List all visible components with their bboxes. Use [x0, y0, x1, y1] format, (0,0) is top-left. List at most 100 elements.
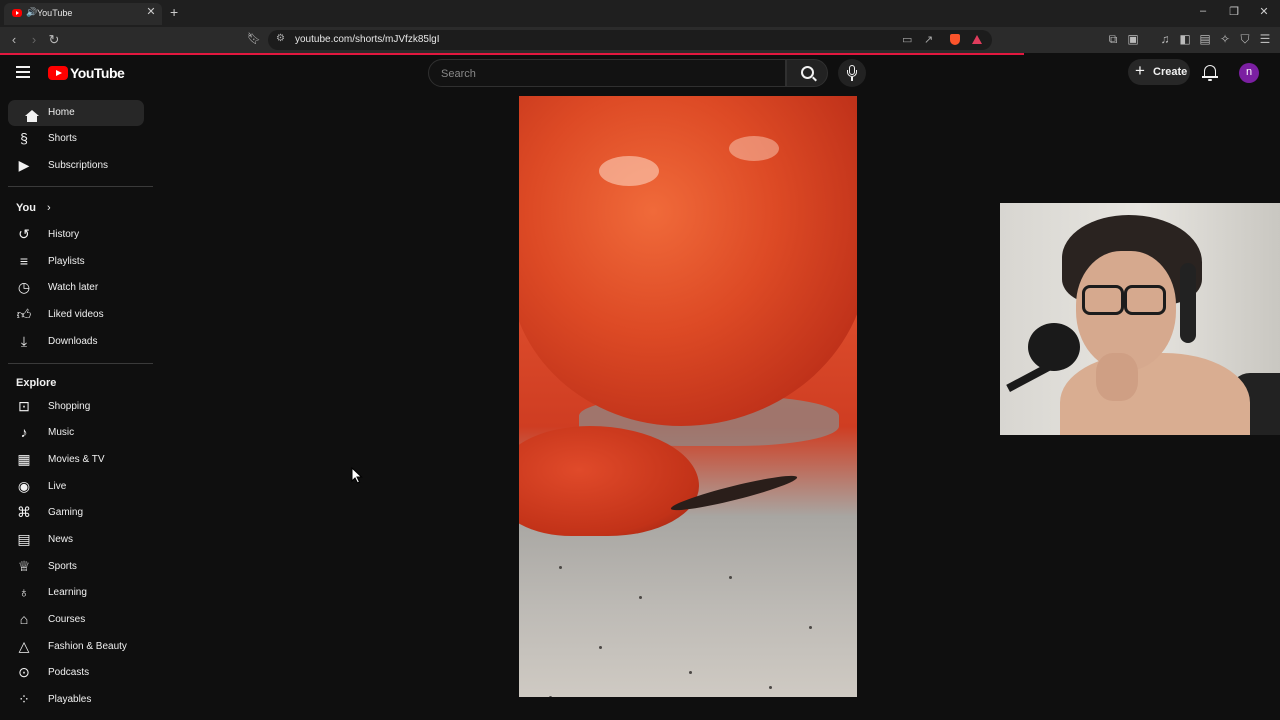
sidebar-item-live[interactable]: ◉ Live	[8, 474, 144, 500]
sidebar-item-label: Learning	[48, 587, 87, 598]
sidebar-item-learning[interactable]: ♁ Learning	[8, 580, 144, 606]
cast-icon[interactable]: ▭	[902, 33, 912, 46]
browser-tab-bar: 🔊 YouTube ✕ + – ❐ ✕	[0, 0, 1280, 27]
sidebar-item-liked-videos[interactable]: 👍︎ Liked videos	[8, 302, 144, 328]
guide-menu-icon[interactable]	[16, 66, 30, 81]
graduation-cap-icon: ⌂	[19, 611, 29, 627]
playables-icon: ⁘	[18, 691, 30, 707]
shell-highlight	[729, 136, 779, 161]
speaker-icon[interactable]: 🔊	[26, 7, 37, 18]
clapperboard-icon: ▦	[17, 451, 31, 467]
sidebar-item-history[interactable]: ↺ History	[8, 222, 144, 248]
back-icon[interactable]: ‹	[6, 32, 22, 47]
sidebar-item-label: Liked videos	[48, 309, 104, 320]
sidebar-item-label: Subscriptions	[48, 160, 109, 171]
sidebar-item-label: Gaming	[48, 507, 84, 518]
close-window-icon[interactable]: ✕	[1255, 5, 1273, 18]
notifications-bell-icon[interactable]	[1202, 64, 1218, 82]
tab-manager-icon[interactable]: ▣	[1126, 32, 1140, 46]
divider	[8, 186, 153, 187]
sidebar-item-label: Shopping	[48, 401, 91, 412]
live-broadcast-icon: ◉	[17, 478, 31, 494]
sidebar-item-movies-tv[interactable]: ▦ Movies & TV	[8, 447, 144, 473]
sidebar-item-sports[interactable]: ♕ Sports	[8, 554, 144, 580]
sidebar-item-home[interactable]: Home	[8, 100, 144, 126]
shorts-video-player[interactable]	[519, 96, 857, 697]
sidebar-item-subscriptions[interactable]: ▶︎ Subscriptions	[8, 153, 144, 179]
sidebar-item-watch-later[interactable]: ◷ Watch later	[8, 275, 144, 301]
create-button[interactable]: + Create	[1128, 59, 1190, 85]
tab-title: YouTube	[37, 8, 73, 18]
history-icon: ↺	[18, 226, 30, 242]
sidebar-item-label: Playlists	[48, 256, 85, 267]
podcast-icon: ⊙	[18, 664, 30, 680]
restore-icon[interactable]: ❐	[1225, 5, 1243, 18]
you-section-heading[interactable]: You ›	[16, 202, 51, 214]
sidebar-item-label: Playables	[48, 694, 92, 705]
sidebar-item-courses[interactable]: ⌂ Courses	[8, 607, 144, 633]
sidebar-item-label: Music	[48, 427, 75, 438]
floor-speck	[549, 696, 552, 697]
reload-icon[interactable]: ↻	[46, 32, 62, 48]
minimize-icon[interactable]: –	[1194, 5, 1212, 17]
sidebar-item-label: News	[48, 534, 74, 545]
sidebar-item-playlists[interactable]: ≡ Playlists	[8, 249, 144, 275]
explore-section-heading: Explore	[16, 377, 57, 389]
sidebar-item-downloads[interactable]: ⤓ Downloads	[8, 329, 144, 355]
trophy-icon: ♕	[17, 558, 31, 574]
site-settings-icon[interactable]: ⚙	[276, 33, 285, 44]
headset-shape	[1180, 263, 1196, 343]
sidebar-item-news[interactable]: ▤ News	[8, 527, 144, 553]
sidebar-item-music[interactable]: ♪ Music	[8, 420, 144, 446]
sidebar-item-label: Watch later	[48, 282, 99, 293]
sidebar-item-label: Live	[48, 481, 67, 492]
sidebar-toggle-icon[interactable]: ◧	[1178, 32, 1192, 46]
youtube-wordmark[interactable]: YouTube	[70, 65, 125, 81]
floor-speck	[639, 596, 642, 599]
address-bar[interactable]: ⚙ youtube.com/shorts/mJVfzk85lgI ▭ ↗	[268, 30, 992, 50]
sidebar-item-label: History	[48, 229, 80, 240]
youtube-logo-icon[interactable]	[48, 66, 68, 80]
sidebar-item-shopping[interactable]: ⊡ Shopping	[8, 394, 144, 420]
new-tab-icon[interactable]: +	[170, 4, 178, 20]
vpn-icon[interactable]: ⛉	[1238, 32, 1252, 47]
newspaper-icon: ▤	[17, 531, 31, 547]
url-text: youtube.com/shorts/mJVfzk85lgI	[295, 34, 440, 45]
guide-sidebar: Home § Shorts ▶︎ Subscriptions You › ↺ H…	[0, 98, 156, 720]
sidebar-item-podcasts[interactable]: ⊙ Podcasts	[8, 660, 144, 686]
watch-later-icon: ◷	[17, 279, 31, 295]
download-icon: ⤓	[20, 333, 28, 349]
browser-toolbar: ‹ › ↻ 🔖︎ ⚙ youtube.com/shorts/mJVfzk85lg…	[0, 27, 1280, 53]
leo-ai-icon[interactable]: ✧	[1218, 32, 1232, 46]
thumbs-up-icon: 👍︎	[16, 306, 32, 322]
brave-rewards-icon[interactable]	[972, 35, 982, 44]
extensions-icon[interactable]: ⧉	[1106, 32, 1120, 47]
share-icon[interactable]: ↗	[924, 33, 933, 46]
close-tab-icon[interactable]: ✕	[144, 5, 158, 18]
sidebar-item-fashion-beauty[interactable]: △ Fashion & Beauty	[8, 634, 144, 660]
sidebar-item-label: Home	[48, 107, 75, 118]
home-icon	[16, 104, 39, 122]
wallet-icon[interactable]: ▤	[1198, 32, 1212, 46]
search-box[interactable]	[428, 59, 786, 87]
brave-shields-icon[interactable]	[950, 34, 960, 45]
youtube-masthead: YouTube + Create n	[0, 55, 1280, 91]
avatar[interactable]: n	[1239, 63, 1259, 83]
menu-icon[interactable]: ☰	[1258, 32, 1272, 46]
crab-shell-shape	[519, 96, 857, 426]
sidebar-item-shorts[interactable]: § Shorts	[8, 126, 144, 152]
floor-speck	[689, 671, 692, 674]
voice-search-button[interactable]	[838, 59, 866, 87]
sidebar-item-label: Shorts	[48, 133, 77, 144]
search-button[interactable]	[786, 59, 828, 87]
sidebar-item-gaming[interactable]: ⌘ Gaming	[8, 500, 144, 526]
bookmark-icon[interactable]: 🔖︎	[246, 32, 262, 45]
sidebar-item-label: Courses	[48, 614, 86, 625]
forward-icon[interactable]: ›	[26, 32, 42, 47]
browser-tab[interactable]: 🔊 YouTube ✕	[4, 3, 162, 25]
sidebar-item-playables[interactable]: ⁘ Playables	[8, 687, 144, 713]
media-icon[interactable]: ♫	[1158, 32, 1172, 46]
microphone-foot	[851, 77, 853, 81]
sidebar-item-label: Podcasts	[48, 667, 90, 678]
search-input[interactable]	[439, 64, 773, 83]
